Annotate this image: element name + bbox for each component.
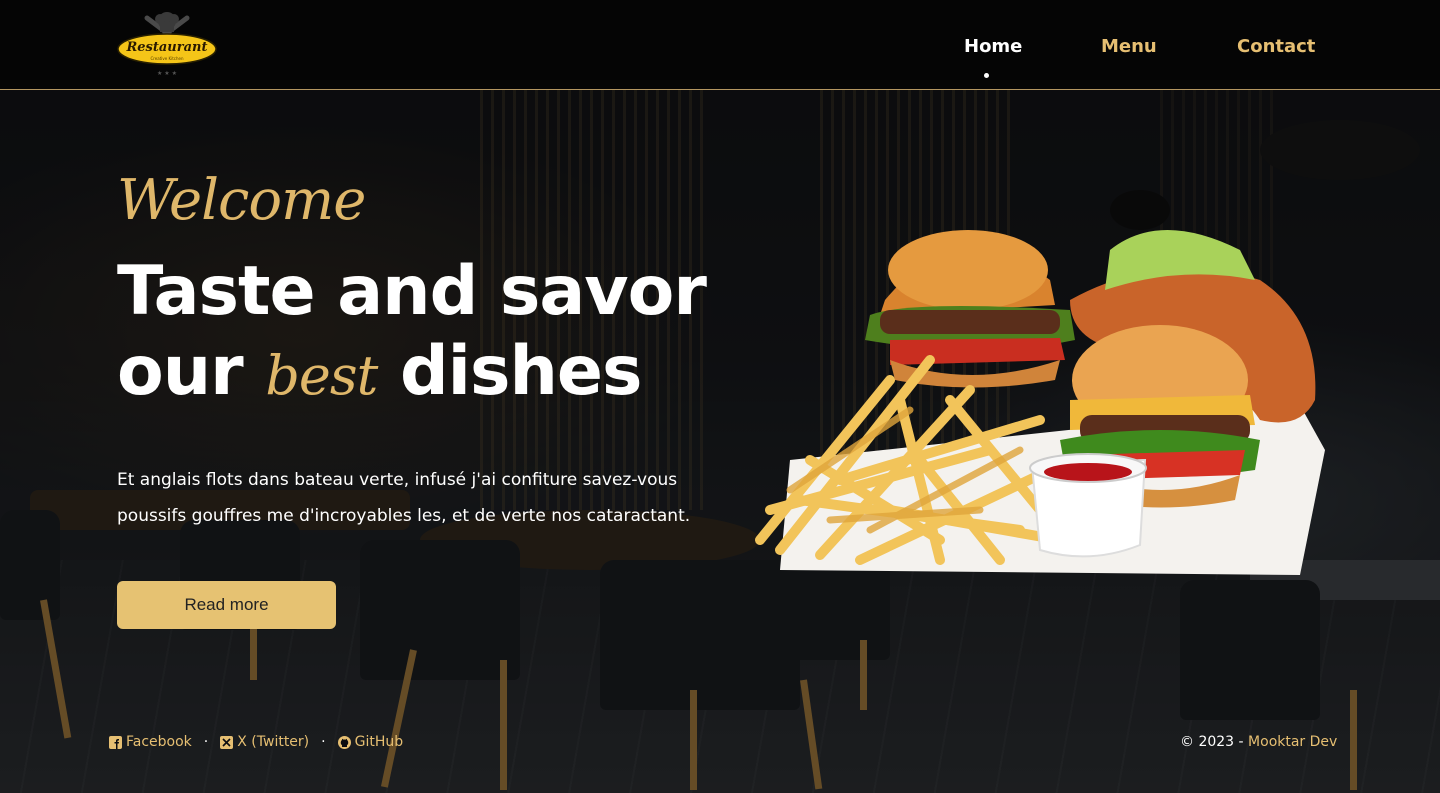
restaurant-logo[interactable]: Restaurant Creative Kitchen ★ ★ ★	[117, 8, 217, 80]
headline-best: best	[265, 344, 378, 407]
burger-and-fries-image	[755, 230, 1325, 575]
x-twitter-label: X (Twitter)	[237, 734, 310, 750]
headline-our: our	[117, 332, 244, 411]
copyright-text: © 2023 - Mooktar Dev	[1180, 734, 1337, 750]
github-link[interactable]: GitHub	[337, 734, 404, 750]
github-label: GitHub	[354, 734, 404, 750]
x-twitter-link[interactable]: X (Twitter)	[220, 734, 309, 750]
site-header: Restaurant Creative Kitchen ★ ★ ★ Home M…	[0, 0, 1440, 90]
svg-text:Restaurant: Restaurant	[125, 40, 207, 55]
description-line-1: Et anglais flots dans bateau verte, infu…	[117, 470, 678, 490]
nav-home-link[interactable]: Home	[964, 36, 1022, 57]
social-links: Facebook · X (Twitter) · GitHub	[109, 734, 403, 750]
author-link[interactable]: Mooktar Dev	[1248, 734, 1337, 750]
hero-headline: Taste and savor our best dishes	[117, 252, 707, 416]
active-nav-indicator	[984, 73, 989, 78]
nav-contact-link[interactable]: Contact	[1237, 36, 1315, 57]
facebook-link[interactable]: Facebook	[109, 734, 192, 750]
separator: ·	[321, 734, 326, 750]
svg-text:★ ★ ★: ★ ★ ★	[157, 70, 177, 77]
facebook-label: Facebook	[126, 734, 192, 750]
hero-description: Et anglais flots dans bateau verte, infu…	[117, 462, 737, 534]
headline-line-1: Taste and savor	[117, 252, 707, 331]
nav-menu-link[interactable]: Menu	[1101, 36, 1157, 57]
welcome-script-text: Welcome	[117, 168, 366, 233]
facebook-icon	[109, 735, 122, 749]
headline-dishes: dishes	[399, 332, 642, 411]
read-more-button[interactable]: Read more	[117, 581, 336, 629]
copyright-prefix: © 2023 -	[1180, 734, 1244, 750]
github-icon	[337, 735, 351, 749]
separator: ·	[203, 734, 209, 750]
description-line-2: poussifs gouffres me d'incroyables les, …	[117, 506, 691, 526]
x-twitter-icon	[220, 735, 234, 749]
svg-text:Creative Kitchen: Creative Kitchen	[150, 56, 184, 61]
